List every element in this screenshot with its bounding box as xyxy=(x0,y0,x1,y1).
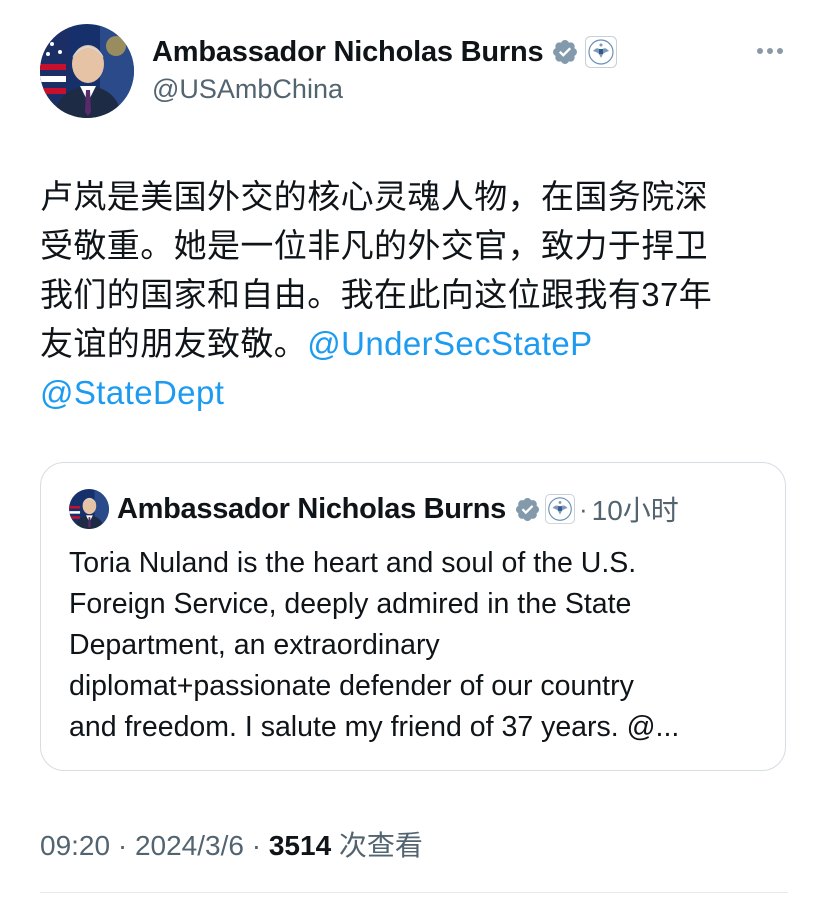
quoted-tweet-header: Ambassador Nicholas Burns · 10小时 xyxy=(69,489,679,529)
author-name[interactable]: Ambassador Nicholas Burns xyxy=(152,36,544,69)
tweet-text-line: 友谊的朋友致敬。@UnderSecStateP xyxy=(40,319,780,368)
more-dot xyxy=(777,48,783,54)
quoted-text-line: Foreign Service, deeply admired in the S… xyxy=(69,588,632,620)
tweet-time[interactable]: 09:20 xyxy=(40,830,110,861)
meta-separator: · xyxy=(110,830,135,861)
tweet-date[interactable]: 2024/3/6 xyxy=(135,830,244,861)
us-embassy-seal-icon[interactable] xyxy=(585,36,618,68)
verified-badge-icon xyxy=(515,497,539,521)
quoted-time[interactable]: 10小时 xyxy=(592,489,679,529)
views-label: 次查看 xyxy=(331,830,423,861)
tweet-text-segment: 友谊的朋友致敬。 xyxy=(40,325,308,362)
separator-dot: · xyxy=(578,493,588,524)
tweet-meta: 09:20 · 2024/3/6 · 3514 次查看 xyxy=(40,824,423,864)
author-handle[interactable]: @USAmbChina xyxy=(152,74,617,105)
verified-badge-icon[interactable] xyxy=(551,38,579,66)
us-embassy-seal-icon xyxy=(544,494,575,524)
quoted-author-name: Ambassador Nicholas Burns xyxy=(117,492,506,525)
mention-link[interactable]: @UnderSecStateP xyxy=(307,325,592,362)
quoted-tweet-card[interactable]: Ambassador Nicholas Burns · 10小时 Toria N… xyxy=(40,462,786,771)
more-dot xyxy=(767,48,773,54)
quoted-text-line: Toria Nuland is the heart and soul of th… xyxy=(69,547,637,579)
tweet-header: Ambassador Nicholas Burns @USAmbChina xyxy=(40,24,788,120)
tweet-text-line: @StateDept xyxy=(40,368,780,417)
more-horizontal-icon[interactable] xyxy=(752,36,788,66)
quoted-text-line: diplomat+passionate defender of our coun… xyxy=(69,670,634,702)
quoted-text-line: Department, an extraordinary xyxy=(69,629,440,661)
tweet-text-line: 卢岚是美国外交的核心灵魂人物，在国务院深 xyxy=(40,178,708,215)
quoted-avatar xyxy=(69,489,109,529)
tweet-text-line: 我们的国家和自由。我在此向这位跟我有37年 xyxy=(40,276,713,313)
quoted-tweet-text: Toria Nuland is the heart and soul of th… xyxy=(69,543,769,748)
avatar[interactable] xyxy=(40,24,134,118)
meta-separator: · xyxy=(243,830,269,861)
mention-link[interactable]: @StateDept xyxy=(40,374,224,411)
author-block: Ambassador Nicholas Burns @USAmbChina xyxy=(152,32,618,105)
tweet-text: 卢岚是美国外交的核心灵魂人物，在国务院深 受敬重。她是一位非凡的外交官，致力于捍… xyxy=(40,172,780,417)
divider xyxy=(40,892,788,893)
tweet-text-line: 受敬重。她是一位非凡的外交官，致力于捍卫 xyxy=(40,227,708,264)
author-name-row: Ambassador Nicholas Burns xyxy=(152,32,618,72)
quoted-text-line: and freedom. I salute my friend of 37 ye… xyxy=(69,711,680,743)
more-dot xyxy=(757,48,763,54)
views-count: 3514 xyxy=(268,830,332,861)
